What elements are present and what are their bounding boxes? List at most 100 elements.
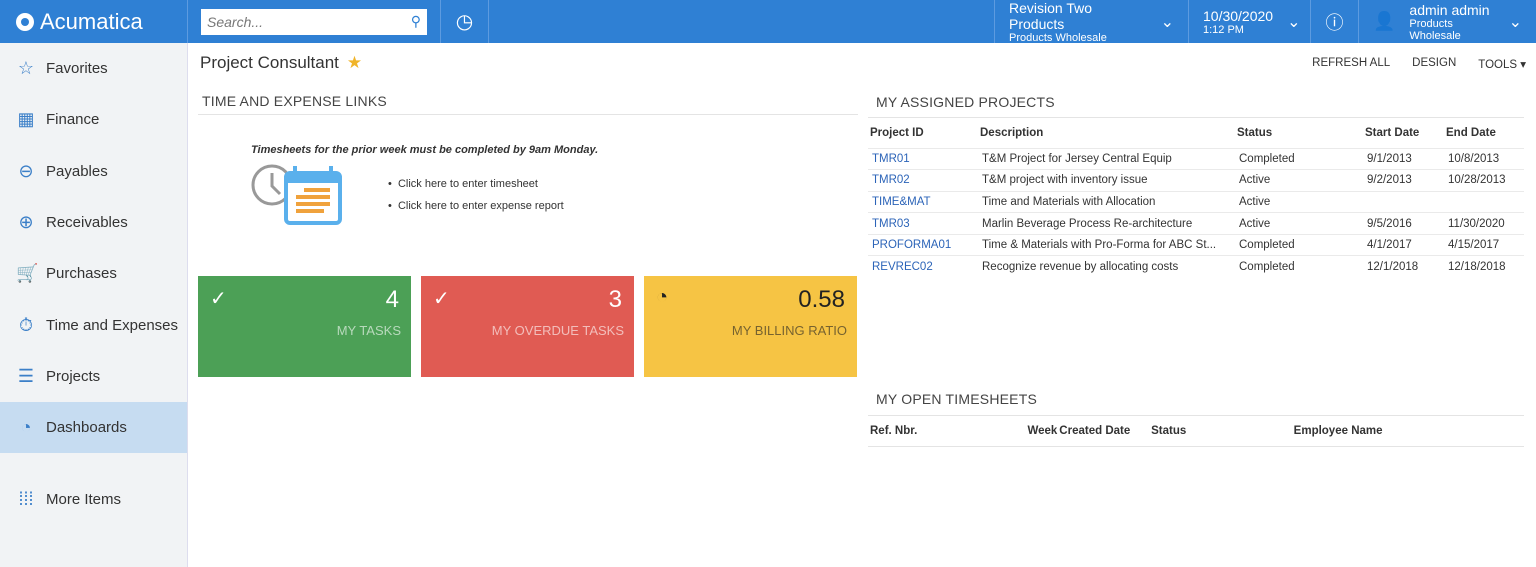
sidebar-item-label: Purchases xyxy=(46,265,117,283)
branch-name: Products Wholesale xyxy=(1009,31,1107,44)
clock-calendar-icon xyxy=(251,164,342,225)
date-selector[interactable]: 10/30/2020 1:12 PM ⌄ xyxy=(1189,0,1311,43)
table-cell: 9/2/2013 xyxy=(1363,169,1444,192)
column-header[interactable]: Ref. Nbr. xyxy=(868,416,1025,446)
table-cell: 10/28/2013 xyxy=(1444,169,1524,192)
table-row[interactable]: REVREC02 Recognize revenue by allocating … xyxy=(868,255,1524,278)
page-title: Project Consultant ★ xyxy=(200,53,362,73)
user-branch: Products Wholesale xyxy=(1409,17,1461,42)
tile-value: 4 xyxy=(385,286,399,313)
timesheet-link-text[interactable]: Click here to enter timesheet xyxy=(398,178,538,190)
business-date: 10/30/2020 xyxy=(1203,7,1274,24)
sidebar-item-label: Payables xyxy=(46,162,108,180)
table-row[interactable]: PROFORMA01 Time & Materials with Pro-Form… xyxy=(868,233,1524,256)
sidebar: ☆ Favorites ▦ Finance ⊖ Payables ⊕ Receivables 🛒… xyxy=(0,43,188,567)
kpi-tile-my-billing-ratio[interactable]: ◔ 0.58 MY BILLING RATIO xyxy=(644,276,857,377)
tile-value: 0.58 xyxy=(798,286,845,313)
page-title-text: Project Consultant xyxy=(200,53,339,72)
sidebar-item-finance[interactable]: ▦ Finance xyxy=(0,94,187,145)
sidebar-item-label: More Items xyxy=(46,490,122,508)
table-row[interactable]: TMR02 T&M project with inventory issue Act… xyxy=(868,169,1524,192)
column-header[interactable]: Status xyxy=(1235,118,1363,148)
table-cell: Completed xyxy=(1235,147,1363,170)
user-icon: 👤 xyxy=(1373,11,1396,31)
column-header[interactable]: Created Date xyxy=(1057,416,1149,446)
table-row[interactable]: TMR01 T&M Project for Jersey Central Equi… xyxy=(868,147,1524,170)
payables-icon: ⊖ xyxy=(18,160,34,181)
table-row[interactable]: TMR03 Marlin Beverage Process Re-architec… xyxy=(868,212,1524,235)
column-header[interactable]: Employee Name xyxy=(1292,416,1524,446)
sidebar-item-payables[interactable]: ⊖ Payables xyxy=(0,146,187,197)
sidebar-item-favorites[interactable]: ☆ Favorites xyxy=(0,43,187,94)
business-time: 1:12 PM xyxy=(1203,23,1244,36)
project-id-link[interactable]: TIME&MAT xyxy=(868,190,978,213)
table-cell: Active xyxy=(1235,212,1363,235)
project-id-link[interactable]: TMR01 xyxy=(868,147,978,170)
kpi-tile-my-tasks[interactable]: ✓ 4 MY TASKS xyxy=(198,276,411,377)
sidebar-item-label: Time and Expenses xyxy=(46,316,179,334)
timesheet-link[interactable]: • Click here to enter timesheet xyxy=(388,173,564,195)
sidebar-item-label: Finance xyxy=(46,111,100,129)
project-id-link[interactable]: TMR03 xyxy=(868,212,978,235)
finance-icon: ▦ xyxy=(17,109,35,130)
search-input[interactable]: Search... ⚲ xyxy=(201,8,427,35)
table-cell: Completed xyxy=(1235,233,1363,256)
search-icon[interactable]: ⚲ xyxy=(411,13,421,30)
sidebar-item-receivables[interactable]: ⊕ Receivables xyxy=(0,197,187,248)
project-id-link[interactable]: REVREC02 xyxy=(868,255,978,278)
logo[interactable]: Acumatica xyxy=(0,0,188,43)
top-bar: Acumatica Search... ⚲ ◷ Revision Two Prod… xyxy=(0,0,1536,44)
dashboards-icon: ◔ xyxy=(20,417,32,438)
refresh-all-button[interactable]: REFRESH ALL xyxy=(1312,57,1390,71)
table-cell xyxy=(1444,190,1524,213)
table-cell: 4/1/2017 xyxy=(1363,233,1444,256)
table-cell: Active xyxy=(1235,169,1363,192)
tile-label: MY OVERDUE TASKS xyxy=(491,323,624,338)
project-id-link[interactable]: TMR02 xyxy=(868,169,978,192)
table-cell xyxy=(1363,190,1444,213)
user-menu[interactable]: 👤 admin admin Products Wholesale ⌄ xyxy=(1359,0,1536,43)
time-expense-title: TIME AND EXPENSE LINKS xyxy=(202,93,387,109)
column-header[interactable]: End Date xyxy=(1444,118,1524,148)
company-name: Revision Two Products xyxy=(1009,0,1093,32)
help-icon[interactable]: ⓘ xyxy=(1311,0,1359,43)
column-header[interactable]: Week xyxy=(1025,416,1057,446)
table-cell: T&M project with inventory issue xyxy=(978,169,1235,192)
sidebar-item-purchases[interactable]: 🛒 Purchases xyxy=(0,248,187,299)
table-cell: Active xyxy=(1235,190,1363,213)
projects-table: Project ID Description Status Start Date End… xyxy=(868,118,1524,278)
sidebar-more-items[interactable]: ⁞⁞⁞ More Items xyxy=(0,473,187,524)
column-header[interactable]: Status xyxy=(1149,416,1292,446)
table-cell: 10/8/2013 xyxy=(1444,147,1524,170)
column-header[interactable]: Description xyxy=(978,118,1235,148)
projects-icon: ☰ xyxy=(17,365,35,386)
sidebar-item-label: Receivables xyxy=(46,214,128,232)
project-id-link[interactable]: PROFORMA01 xyxy=(868,233,978,256)
table-cell: 12/18/2018 xyxy=(1444,255,1524,278)
receivables-icon: ⊕ xyxy=(18,212,34,233)
favorite-star-icon[interactable]: ★ xyxy=(347,53,362,72)
company-selector[interactable]: Revision Two Products Products Wholesale ⌄ xyxy=(995,0,1189,44)
expense-link-text[interactable]: Click here to enter expense report xyxy=(398,200,564,212)
kpi-tile-my-overdue-tasks[interactable]: ✓ 3 MY OVERDUE TASKS xyxy=(421,276,634,377)
logo-icon xyxy=(16,12,34,31)
tools-menu-button[interactable]: TOOLS ▾ xyxy=(1478,57,1526,71)
history-icon[interactable]: ◷ xyxy=(441,0,489,43)
table-cell: 11/30/2020 xyxy=(1444,212,1524,235)
tile-icon: ✓ xyxy=(433,288,450,310)
column-header[interactable]: Start Date xyxy=(1363,118,1444,148)
search-placeholder: Search... xyxy=(207,13,264,30)
expense-report-link[interactable]: • Click here to enter expense report xyxy=(388,195,564,217)
table-cell: 9/5/2016 xyxy=(1363,212,1444,235)
sidebar-item-projects[interactable]: ☰ Projects xyxy=(0,351,187,402)
sidebar-item-label: Favorites xyxy=(46,60,108,78)
table-cell: T&M Project for Jersey Central Equip xyxy=(978,147,1235,170)
sidebar-item-dashboards[interactable]: ◔ Dashboards xyxy=(0,402,187,454)
design-button[interactable]: DESIGN xyxy=(1412,57,1456,71)
column-header[interactable]: Project ID xyxy=(868,118,978,148)
sidebar-item-time-and-expenses[interactable]: ⏱ Time and Expenses xyxy=(0,299,187,350)
table-cell: Time and Materials with Allocation xyxy=(978,190,1235,213)
tile-label: MY BILLING RATIO xyxy=(731,323,847,338)
timesheets-table: Ref. Nbr. Week Created Date Status Employee … xyxy=(868,416,1524,447)
table-row[interactable]: TIME&MAT Time and Materials with Allocati… xyxy=(868,190,1524,213)
